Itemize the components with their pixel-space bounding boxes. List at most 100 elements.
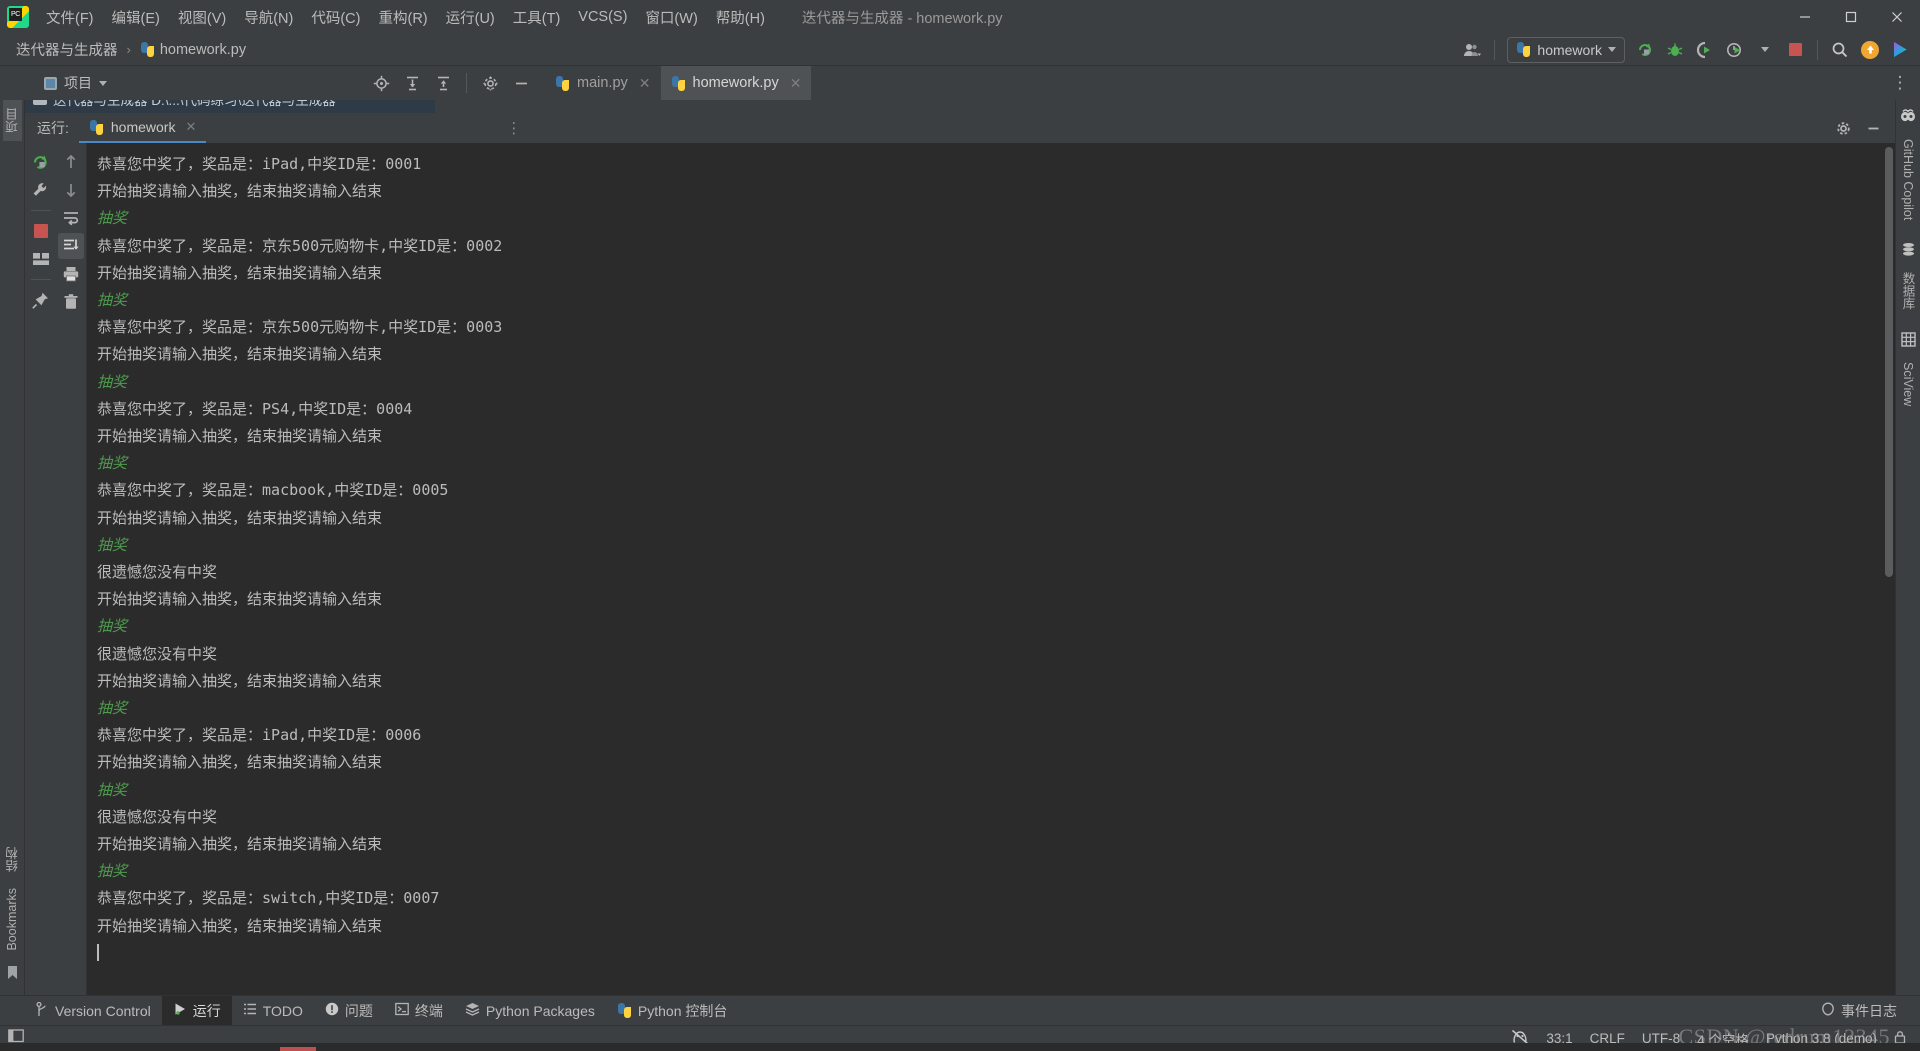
menu-refactor-label: 重构(R) [378, 10, 428, 27]
menu-tools[interactable]: 工具(T) [504, 3, 570, 32]
stop-icon[interactable] [1781, 37, 1809, 63]
bottom-tab-todo[interactable]: TODO [232, 996, 314, 1025]
editor-tab-main[interactable]: main.py ✕ [545, 66, 661, 100]
rerun-icon[interactable] [1631, 37, 1659, 63]
menu-edit[interactable]: 编辑(E) [103, 3, 169, 32]
arrow-up-icon[interactable] [58, 149, 84, 175]
console-scrollbar-thumb[interactable] [1885, 147, 1893, 577]
breadcrumb-file[interactable]: homework.py [136, 40, 250, 60]
menu-vcs[interactable]: VCS(S) [569, 5, 636, 29]
run-with-coverage-icon[interactable] [1691, 37, 1719, 63]
menu-code[interactable]: 代码(C) [302, 3, 369, 32]
console-lines: 恭喜您中奖了，奖品是：iPad,中奖ID是：0001 开始抽奖请输入抽奖，结束抽奖… [97, 151, 1895, 940]
locate-icon[interactable] [367, 70, 395, 96]
editor-tabs-row: 项目 main.py ✕ homework.py ✕ ⋮ [0, 66, 1920, 100]
menu-navigate[interactable]: 导航(N) [235, 3, 302, 32]
pycharm-logo-icon [7, 6, 29, 28]
breadcrumb-project-label: 迭代器与生成器 [16, 43, 118, 59]
collapse-all-icon[interactable] [429, 70, 457, 96]
bottom-tab-python-packages[interactable]: Python Packages [454, 996, 606, 1025]
run-tool-window: 运行: homework ✕ ⋮ 恭喜您中奖了，奖品是：iPad,中奖ID是：0… [25, 113, 1895, 995]
project-tree-row-content: 迭代器与生成器 D:\...\代码练习\迭代器与生成器 [33, 100, 336, 109]
wrench-icon[interactable] [28, 177, 54, 203]
hide-window-icon[interactable] [1859, 115, 1887, 141]
run-configuration-selector[interactable]: homework [1507, 36, 1625, 63]
menu-window[interactable]: 窗口(W) [636, 3, 706, 32]
layout-icon[interactable] [28, 246, 54, 272]
run-tool-window-body: 恭喜您中奖了，奖品是：iPad,中奖ID是：0001 开始抽奖请输入抽奖，结束抽奖… [25, 143, 1895, 995]
sidebar-item-copilot[interactable]: GitHub Copilot [1900, 100, 1916, 228]
rerun-icon[interactable] [28, 149, 54, 175]
user-account-icon[interactable] [1458, 37, 1486, 63]
menu-refactor[interactable]: 重构(R) [369, 3, 436, 32]
sidebar-item-database[interactable]: 数据库 [1899, 228, 1918, 318]
run-tab-homework[interactable]: homework ✕ [78, 113, 207, 143]
sidebar-item-project[interactable]: 项目 [2, 100, 22, 141]
sciview-icon [1900, 332, 1916, 352]
profile-icon[interactable] [1721, 37, 1749, 63]
run-header-drag-handle[interactable]: ⋮ [506, 113, 521, 143]
update-project-icon[interactable] [1856, 37, 1884, 63]
expand-all-icon[interactable] [398, 70, 426, 96]
console-output[interactable]: 恭喜您中奖了，奖品是：iPad,中奖ID是：0001 开始抽奖请输入抽奖，结束抽奖… [87, 143, 1895, 995]
trash-icon[interactable] [58, 289, 84, 315]
folder-icon [33, 100, 47, 105]
more-vertical-icon[interactable]: ⋮ [1886, 70, 1914, 96]
console-input-line: 抽奖 [97, 209, 128, 228]
menu-edit-label: 编辑(E) [111, 10, 160, 27]
close-icon[interactable]: ✕ [790, 75, 802, 92]
breadcrumb-project[interactable]: 迭代器与生成器 [12, 37, 122, 62]
sidebar-item-structure[interactable]: 结构 [3, 839, 22, 880]
menu-help[interactable]: 帮助(H) [707, 3, 774, 32]
close-icon[interactable]: ✕ [185, 119, 196, 135]
project-toolwindow-actions [367, 66, 535, 100]
bottom-tab-terminal-label: 终端 [414, 1002, 443, 1019]
editor-tab-homework-label: homework.py [692, 75, 779, 91]
menu-file[interactable]: 文件(F) [37, 3, 103, 32]
hide-icon[interactable] [507, 70, 535, 96]
copilot-icon [1900, 108, 1916, 129]
arrow-down-icon[interactable] [58, 177, 84, 203]
bottom-tab-problems[interactable]: 问题 [314, 996, 384, 1025]
update-badge [1861, 40, 1879, 59]
sidebar-item-bookmarks[interactable]: Bookmarks [5, 880, 19, 959]
python-file-icon [671, 75, 686, 91]
bottom-tab-run[interactable]: 运行 [161, 996, 232, 1025]
settings-gear-icon[interactable] [1829, 115, 1857, 141]
close-icon[interactable]: ✕ [639, 75, 651, 92]
pin-icon[interactable] [28, 287, 54, 313]
bottom-tab-terminal[interactable]: 终端 [384, 996, 454, 1025]
ai-assistant-icon[interactable] [1886, 37, 1914, 63]
bottom-tab-run-label: 运行 [192, 1002, 221, 1019]
bottom-tab-python-console[interactable]: Python 控制台 [606, 996, 738, 1025]
console-output-line: 恭喜您中奖了，奖品是：macbook,中奖ID是：0005 [97, 481, 449, 500]
run-icon [173, 1002, 187, 1019]
console-output-line: 很遗憾您没有中奖 [97, 563, 218, 582]
settings-gear-icon[interactable] [476, 70, 504, 96]
scroll-to-end-icon[interactable] [58, 233, 84, 259]
sidebar-sciview-label: SciView [1901, 361, 1915, 407]
soft-wrap-icon[interactable] [58, 205, 84, 231]
editor-tab-main-label: main.py [577, 75, 628, 91]
profile-dropdown-icon[interactable] [1751, 37, 1779, 63]
sidebar-item-sciview[interactable]: SciView [1900, 318, 1916, 414]
console-output-line: 开始抽奖请输入抽奖，结束抽奖请输入结束 [97, 835, 383, 854]
bottom-tab-version-control[interactable]: Version Control [0, 996, 162, 1025]
menu-run[interactable]: 运行(U) [437, 3, 504, 32]
print-icon[interactable] [58, 261, 84, 287]
run-header-actions [1829, 113, 1895, 143]
console-input-line: 抽奖 [97, 699, 128, 718]
minimize-button[interactable] [1782, 0, 1828, 34]
event-log-button[interactable]: 事件日志 [1810, 1001, 1908, 1021]
editor-tab-homework[interactable]: homework.py ✕ [660, 66, 812, 100]
console-output-line: 开始抽奖请输入抽奖，结束抽奖请输入结束 [97, 916, 383, 935]
project-toolwindow-title[interactable]: 项目 [0, 66, 117, 100]
debug-icon[interactable] [1661, 37, 1689, 63]
stop-square [33, 224, 48, 238]
menu-view[interactable]: 视图(V) [169, 3, 235, 32]
stop-icon[interactable] [28, 218, 54, 244]
console-output-line: 恭喜您中奖了，奖品是：PS4,中奖ID是：0004 [97, 399, 413, 418]
maximize-button[interactable] [1828, 0, 1874, 34]
close-button[interactable] [1874, 0, 1920, 34]
search-everywhere-icon[interactable] [1826, 37, 1854, 63]
